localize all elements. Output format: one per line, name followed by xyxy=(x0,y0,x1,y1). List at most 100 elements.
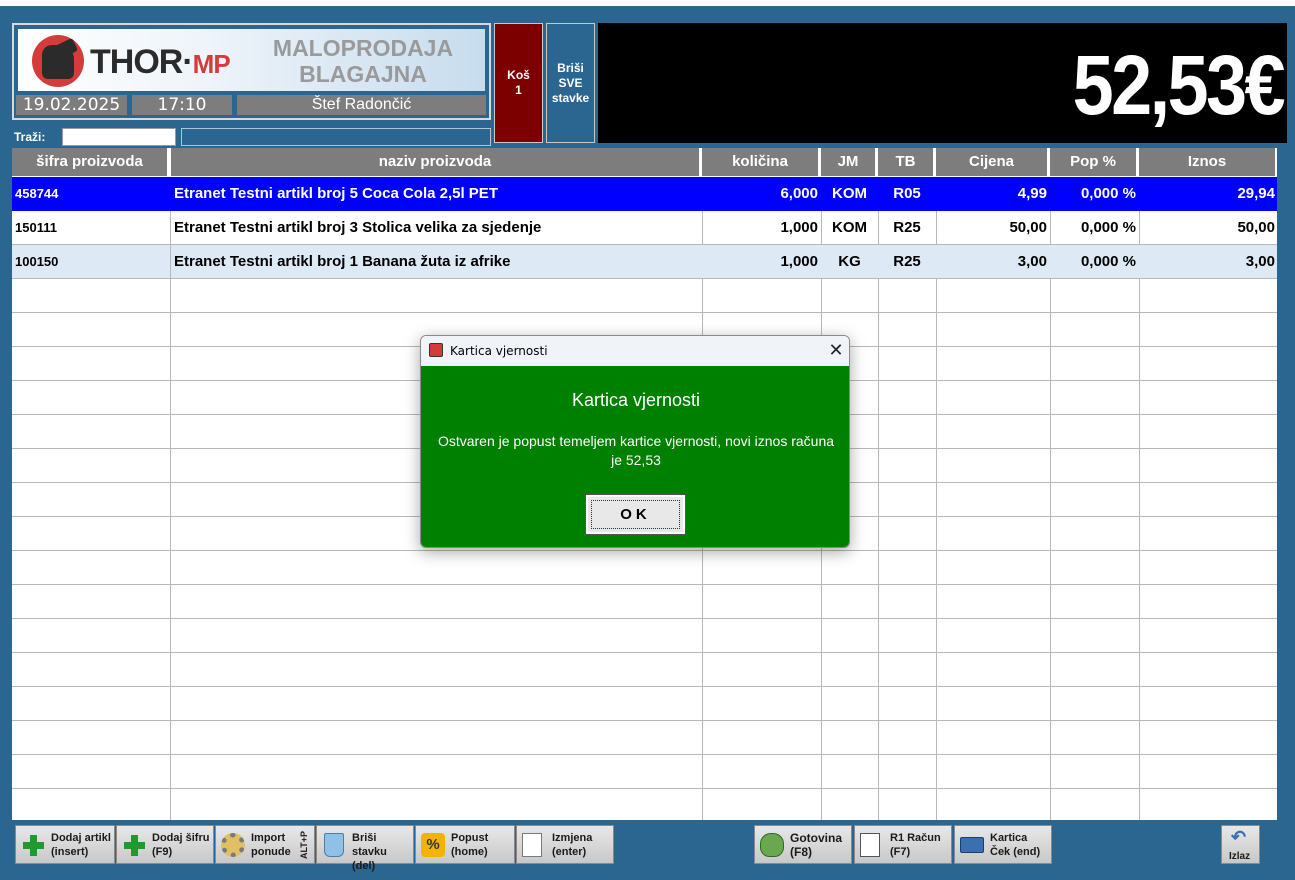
delete-all-items-button[interactable]: Briši SVE stavke xyxy=(546,23,595,143)
empty-table-row[interactable] xyxy=(12,279,1277,313)
cell-jm: KG xyxy=(821,245,879,279)
cell-tb xyxy=(878,653,937,687)
cash-payment-button[interactable]: Gotovina (F8) xyxy=(754,825,852,864)
kos-button[interactable]: Koš 1 xyxy=(494,23,543,143)
cell-pop xyxy=(1050,721,1140,755)
empty-table-row[interactable] xyxy=(12,755,1277,789)
empty-table-row[interactable] xyxy=(12,721,1277,755)
r1-invoice-icon xyxy=(860,833,880,857)
search-input[interactable] xyxy=(62,128,176,146)
empty-table-row[interactable] xyxy=(12,619,1277,653)
cell-tb xyxy=(878,279,937,313)
cell-naziv xyxy=(171,551,703,585)
cell-cijena xyxy=(936,347,1051,381)
exit-arrow-icon: ↶ xyxy=(1231,827,1247,847)
logo-wordmark: THOR·MP xyxy=(90,43,231,81)
column-header-pop[interactable]: Pop % xyxy=(1050,148,1138,176)
dialog-titlebar[interactable]: Kartica vjernosti ✕ xyxy=(421,336,849,366)
cell-iznos xyxy=(1139,313,1277,347)
discount-button[interactable]: % Popust (home) xyxy=(415,825,515,864)
add-code-button[interactable]: Dodaj šifru (F9) xyxy=(116,825,214,864)
cell-tb: R25 xyxy=(878,245,937,279)
column-header-kolicina[interactable]: količina xyxy=(702,148,820,176)
cell-sifra xyxy=(12,313,171,347)
exit-button[interactable]: ↶ Izlaz xyxy=(1221,825,1260,864)
r1-invoice-button[interactable]: R1 Račun (F7) xyxy=(854,825,952,864)
delete-item-button[interactable]: Briši stavku (del) xyxy=(316,825,414,872)
empty-table-row[interactable] xyxy=(12,551,1277,585)
money-bag-icon xyxy=(760,833,784,857)
table-row[interactable]: 100150 Etranet Testni artikl broj 1 Banan… xyxy=(12,245,1277,279)
date-display: 19.02.2025 xyxy=(16,95,127,115)
cell-cijena: 3,00 xyxy=(936,245,1051,279)
cell-jm xyxy=(821,585,879,619)
cell-cijena: 4,99 xyxy=(936,177,1051,211)
cell-cijena xyxy=(936,687,1051,721)
cell-jm: KOM xyxy=(821,211,879,245)
user-display: Štef Radončić xyxy=(237,95,486,115)
cell-pop xyxy=(1050,313,1140,347)
close-icon[interactable]: ✕ xyxy=(821,336,849,366)
column-header-naziv[interactable]: naziv proizvoda xyxy=(171,148,701,176)
dialog-body: Kartica vjernosti Ostvaren je popust tem… xyxy=(421,366,849,547)
plus-icon xyxy=(21,833,45,857)
empty-table-row[interactable] xyxy=(12,653,1277,687)
empty-table-row[interactable] xyxy=(12,585,1277,619)
cell-naziv xyxy=(171,585,703,619)
cell-kolicina xyxy=(702,789,822,820)
column-header-cijena[interactable]: Cijena xyxy=(936,148,1049,176)
cell-pop: 0,000 % xyxy=(1050,211,1140,245)
cell-sifra xyxy=(12,653,171,687)
loyalty-card-dialog[interactable]: Kartica vjernosti ✕ Kartica vjernosti Os… xyxy=(420,335,850,548)
add-item-button[interactable]: Dodaj artikl (insert) xyxy=(15,825,115,864)
cell-tb xyxy=(878,483,937,517)
cell-tb xyxy=(878,449,937,483)
cell-cijena xyxy=(936,313,1051,347)
cell-jm xyxy=(821,721,879,755)
cell-sifra xyxy=(12,415,171,449)
cell-pop xyxy=(1050,585,1140,619)
cell-tb xyxy=(878,415,937,449)
cell-iznos: 50,00 xyxy=(1139,211,1277,245)
card-cheque-button[interactable]: Kartica Ček (end) xyxy=(954,825,1052,864)
column-header-jm[interactable]: JM xyxy=(821,148,877,176)
cell-kolicina xyxy=(702,551,822,585)
cell-pop: 0,000 % xyxy=(1050,177,1140,211)
cell-tb xyxy=(878,585,937,619)
cell-tb xyxy=(878,551,937,585)
dialog-window-title: Kartica vjernosti xyxy=(450,344,548,358)
cell-naziv: Etranet Testni artikl broj 3 Stolica vel… xyxy=(171,211,703,245)
table-row[interactable]: 150111 Etranet Testni artikl broj 3 Stoli… xyxy=(12,211,1277,245)
cell-sifra xyxy=(12,449,171,483)
cell-pop xyxy=(1050,347,1140,381)
cell-pop xyxy=(1050,381,1140,415)
cell-sifra xyxy=(12,789,171,820)
table-row[interactable]: 458744 Etranet Testni artikl broj 5 Coca … xyxy=(12,177,1277,211)
column-header-sifra[interactable]: šifra proizvoda xyxy=(12,148,169,176)
import-offer-button[interactable]: Import ponude ALT+P xyxy=(215,825,315,864)
cell-tb xyxy=(878,687,937,721)
empty-table-row[interactable] xyxy=(12,687,1277,721)
cell-sifra xyxy=(12,279,171,313)
column-header-iznos[interactable]: Iznos xyxy=(1139,148,1277,176)
column-header-tb[interactable]: TB xyxy=(878,148,935,176)
cell-sifra xyxy=(12,721,171,755)
edit-item-button[interactable]: Izmjena (enter) xyxy=(516,825,614,864)
cell-sifra xyxy=(12,347,171,381)
cell-kolicina xyxy=(702,619,822,653)
cell-pop xyxy=(1050,517,1140,551)
cell-tb: R05 xyxy=(878,177,937,211)
cell-iznos xyxy=(1139,619,1277,653)
empty-table-row[interactable] xyxy=(12,789,1277,820)
search-result-field[interactable] xyxy=(181,128,491,146)
ok-button[interactable]: OK xyxy=(585,494,686,535)
cell-jm xyxy=(821,687,879,721)
logo-banner: THOR·MP MALOPRODAJA BLAGAJNA xyxy=(18,29,485,91)
cell-iznos xyxy=(1139,517,1277,551)
cell-cijena xyxy=(936,381,1051,415)
cell-sifra xyxy=(12,551,171,585)
cell-cijena xyxy=(936,585,1051,619)
thor-logo-icon xyxy=(32,35,84,87)
header-panel: THOR·MP MALOPRODAJA BLAGAJNA 19.02.2025 … xyxy=(12,23,491,120)
cell-pop: 0,000 % xyxy=(1050,245,1140,279)
